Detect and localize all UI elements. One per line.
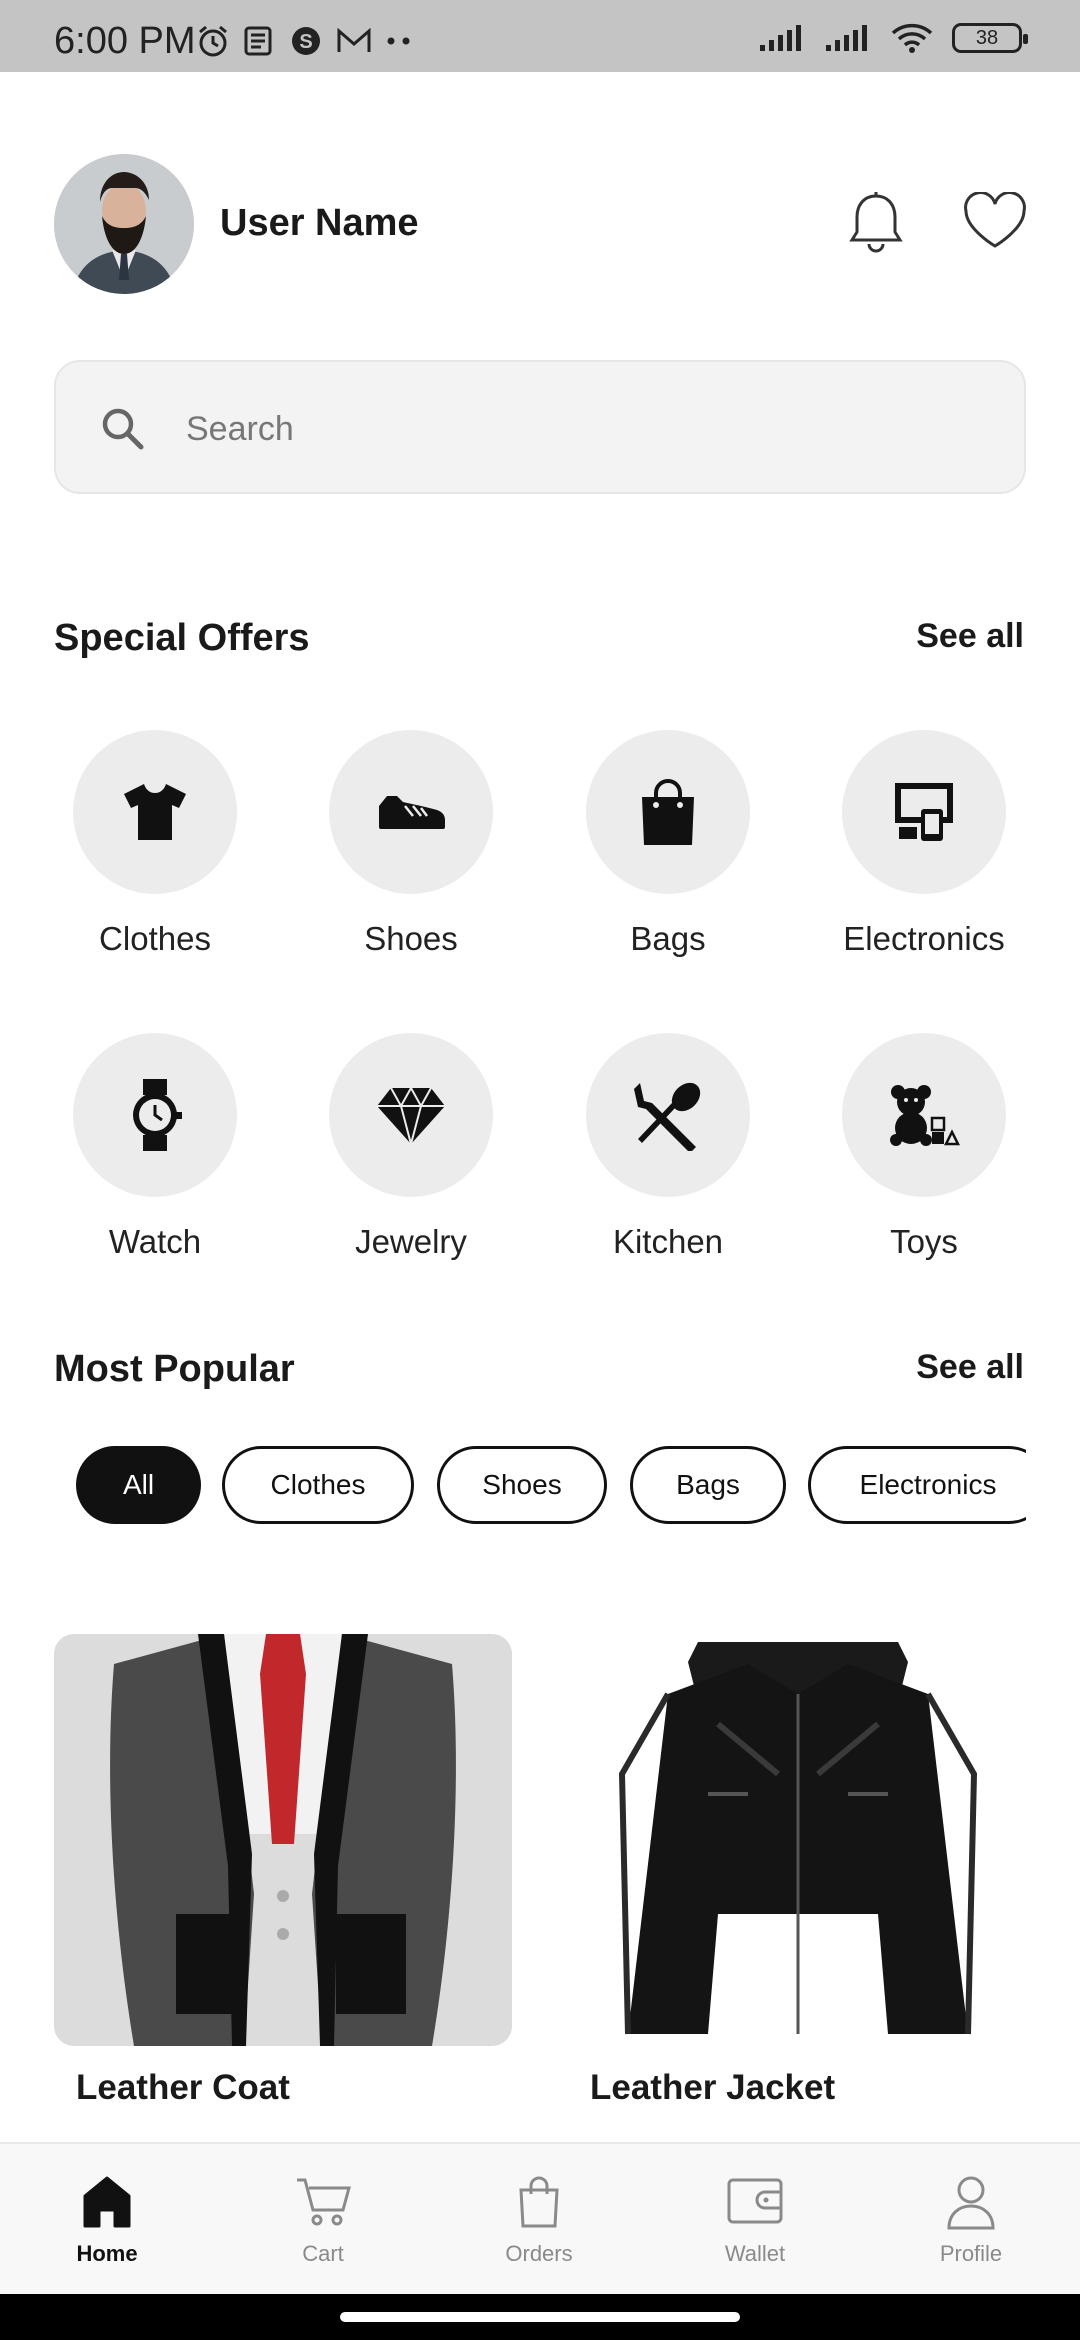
category-icon-circle	[329, 730, 493, 894]
product-image	[54, 1634, 512, 2046]
category-icon-circle	[842, 1033, 1006, 1197]
nav-home[interactable]: Home	[27, 2172, 187, 2267]
avatar-photo	[54, 154, 194, 294]
product-name: Leather Jacket	[590, 2068, 836, 2107]
nav-label: Profile	[939, 2241, 1003, 2266]
nav-label: Home	[76, 2241, 138, 2266]
svg-text:S: S	[299, 31, 312, 53]
category-icon-circle	[73, 730, 237, 894]
product-card-leather-jacket[interactable]: Leather Jacket	[568, 1634, 1026, 2108]
product-image	[568, 1634, 1026, 2046]
category-watch[interactable]: Watch	[45, 1033, 265, 1261]
category-icon-circle	[586, 730, 750, 894]
gesture-area	[0, 2294, 1080, 2340]
nav-profile[interactable]: Profile	[891, 2172, 1051, 2267]
category-label: Electronics	[843, 920, 1005, 957]
home-icon	[83, 2176, 131, 2228]
chip-bags[interactable]: Bags	[630, 1446, 786, 1524]
news-icon	[244, 26, 272, 56]
system-icons: 38	[758, 22, 1028, 54]
teddy-bear-icon	[890, 1085, 960, 1146]
signal-icon	[760, 25, 801, 51]
person-icon	[947, 2176, 995, 2230]
category-icon-circle	[73, 1033, 237, 1197]
category-label: Kitchen	[612, 1223, 724, 1260]
shoe-icon	[379, 796, 445, 829]
battery-level: 38	[975, 26, 999, 49]
nav-cart[interactable]: Cart	[243, 2172, 403, 2267]
notification-icons: S	[196, 24, 412, 58]
watch-icon	[133, 1079, 182, 1151]
signal-icon	[826, 25, 867, 51]
chip-electronics[interactable]: Electronics	[808, 1446, 1026, 1524]
category-label: Watch	[108, 1223, 202, 1260]
filter-chips: All Clothes Shoes Bags Electronics	[76, 1446, 1026, 1526]
more-icon	[387, 37, 410, 45]
tshirt-icon	[124, 784, 186, 840]
category-label: Clothes	[99, 920, 211, 957]
user-name: User Name	[220, 202, 419, 244]
nav-label: Wallet	[724, 2241, 786, 2266]
wishlist-button[interactable]	[962, 191, 1028, 252]
wifi-icon	[891, 23, 933, 53]
devices-icon	[895, 783, 953, 841]
product-name: Leather Coat	[76, 2068, 290, 2107]
search-input[interactable]	[186, 402, 986, 456]
category-jewelry[interactable]: Jewelry	[301, 1033, 521, 1261]
bell-icon	[849, 192, 903, 253]
avatar[interactable]	[54, 154, 194, 294]
category-shoes[interactable]: Shoes	[301, 730, 521, 958]
most-popular-see-all-link[interactable]: See all	[916, 1348, 1024, 1387]
skype-icon: S	[292, 27, 320, 55]
category-toys[interactable]: Toys	[814, 1033, 1034, 1261]
status-time: 6:00 PM	[54, 20, 196, 62]
category-bags[interactable]: Bags	[558, 730, 778, 958]
heart-icon	[964, 191, 1026, 248]
chip-shoes[interactable]: Shoes	[437, 1446, 607, 1524]
bag-icon	[642, 779, 694, 845]
special-offers-see-all-link[interactable]: See all	[916, 617, 1024, 656]
category-label: Jewelry	[355, 1223, 467, 1260]
mail-icon	[337, 27, 371, 52]
category-electronics[interactable]: Electronics	[814, 730, 1034, 958]
alarm-icon	[199, 25, 227, 57]
wallet-icon	[727, 2178, 783, 2224]
chip-clothes[interactable]: Clothes	[222, 1446, 414, 1524]
nav-label: Orders	[505, 2241, 573, 2266]
battery-indicator: 38	[952, 23, 1028, 53]
category-icon-circle	[586, 1033, 750, 1197]
category-label: Toys	[890, 1223, 958, 1260]
category-icon-circle	[329, 1033, 493, 1197]
product-card-leather-coat[interactable]: Leather Coat	[54, 1634, 512, 2108]
utensils-icon	[634, 1080, 701, 1151]
category-icon-circle	[842, 730, 1006, 894]
bottom-navigation: Home Cart Orders Wallet Profile	[0, 2142, 1080, 2294]
nav-label: Cart	[302, 2241, 344, 2266]
category-label: Bags	[630, 920, 706, 957]
status-bar: 6:00 PM S 38	[0, 0, 1080, 72]
search-icon	[102, 408, 144, 450]
special-offers-title: Special Offers	[54, 617, 310, 659]
category-kitchen[interactable]: Kitchen	[558, 1033, 778, 1261]
diamond-icon	[377, 1085, 445, 1146]
category-label: Shoes	[364, 920, 458, 957]
chip-all[interactable]: All	[76, 1446, 201, 1524]
search-bar[interactable]	[54, 360, 1026, 494]
home-gesture-bar[interactable]	[340, 2312, 740, 2322]
nav-wallet[interactable]: Wallet	[675, 2172, 835, 2267]
most-popular-title: Most Popular	[54, 1348, 295, 1390]
category-clothes[interactable]: Clothes	[45, 730, 265, 958]
cart-icon	[297, 2178, 351, 2226]
notifications-button[interactable]	[848, 190, 904, 256]
nav-orders[interactable]: Orders	[459, 2172, 619, 2267]
shopping-bag-icon	[519, 2176, 559, 2228]
